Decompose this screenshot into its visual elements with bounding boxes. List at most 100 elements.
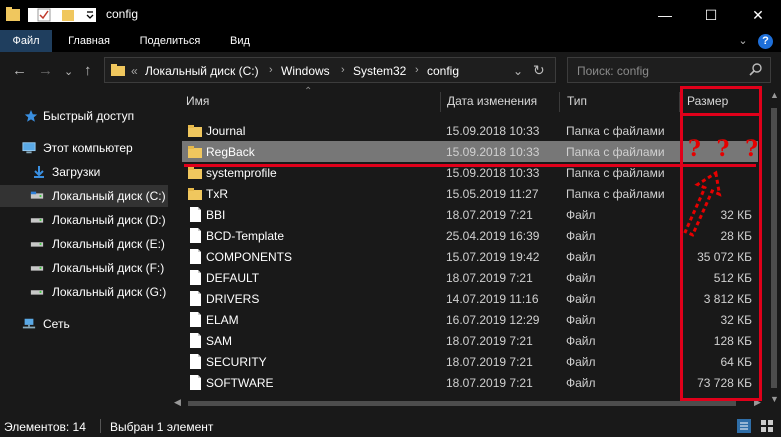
details-view-icon[interactable]: [737, 419, 751, 433]
recent-locations-chevron-icon[interactable]: ⌄: [64, 65, 73, 78]
forward-arrow-icon[interactable]: →: [38, 62, 53, 79]
window-title: config: [106, 7, 139, 21]
table-row[interactable]: DEFAULT 18.07.2019 7:21 Файл 512 КБ: [182, 267, 758, 288]
folder-icon: [188, 167, 202, 179]
table-row[interactable]: SAM 18.07.2019 7:21 Файл 128 КБ: [182, 330, 758, 351]
file-type: Папка с файлами: [566, 145, 665, 159]
file-name: BBI: [206, 208, 226, 222]
sidebar-item-drive-d[interactable]: Локальный диск (D:): [0, 209, 168, 231]
file-date: 15.05.2019 11:27: [446, 187, 539, 201]
item-count: Элементов: 14: [4, 420, 86, 434]
sidebar-item-downloads[interactable]: Загрузки: [0, 161, 168, 183]
table-row[interactable]: TxR 15.05.2019 11:27 Папка с файлами: [182, 183, 758, 204]
file-type: Папка с файлами: [566, 124, 665, 138]
tab-view[interactable]: Вид: [222, 30, 258, 52]
file-type: Файл: [566, 292, 596, 306]
scroll-thumb[interactable]: [771, 108, 777, 388]
file-list: ⌃ Имя Дата изменения Тип Размер Journal 1…: [172, 86, 768, 410]
close-button[interactable]: ✕: [735, 0, 781, 30]
scroll-up-icon[interactable]: ▲: [770, 90, 779, 100]
maximize-button[interactable]: ☐: [688, 0, 734, 30]
customize-toolbar-icon[interactable]: [84, 6, 96, 22]
folder-icon: [188, 125, 202, 137]
ribbon-expand-icon[interactable]: ⌄: [734, 30, 752, 52]
column-header-date[interactable]: Дата изменения: [447, 94, 537, 108]
scroll-left-icon[interactable]: ◀: [174, 397, 181, 408]
file-name: Journal: [206, 124, 246, 138]
table-row[interactable]: SOFTWARE 18.07.2019 7:21 Файл 73 728 КБ: [182, 372, 758, 393]
table-row[interactable]: BBI 18.07.2019 7:21 Файл 32 КБ: [182, 204, 758, 225]
file-name: DEFAULT: [206, 271, 260, 285]
download-icon: [34, 166, 44, 178]
address-bar[interactable]: « Локальный диск (C:) › Windows › System…: [104, 57, 556, 83]
file-name: SAM: [206, 334, 233, 348]
sidebar-item-drive-e[interactable]: Локальный диск (E:): [0, 233, 168, 255]
breadcrumb-drive-c[interactable]: Локальный диск (C:): [145, 64, 259, 78]
table-row[interactable]: COMPONENTS 15.07.2019 19:42 Файл 35 072 КБ: [182, 246, 758, 267]
column-header-name[interactable]: Имя: [186, 94, 209, 108]
tab-file[interactable]: Файл: [0, 30, 52, 52]
folder-icon: [188, 188, 202, 200]
file-name: systemprofile: [206, 166, 277, 180]
computer-icon: [22, 142, 36, 154]
table-row[interactable]: BCD-Template 25.04.2019 16:39 Файл 28 КБ: [182, 225, 758, 246]
file-date: 18.07.2019 7:21: [446, 208, 533, 222]
tab-home[interactable]: Главная: [60, 30, 118, 52]
column-header-type[interactable]: Тип: [567, 94, 587, 108]
scroll-thumb-horizontal[interactable]: [188, 401, 736, 406]
quick-access-toolbar[interactable]: [28, 6, 88, 22]
file-date: 15.09.2018 10:33: [446, 124, 540, 138]
table-row[interactable]: DRIVERS 14.07.2019 11:16 Файл 3 812 КБ: [182, 288, 758, 309]
sidebar-item-network[interactable]: Сеть: [0, 313, 168, 335]
sidebar-item-this-pc[interactable]: Этот компьютер: [0, 137, 168, 159]
search-box[interactable]: Поиск: config: [567, 57, 771, 83]
sidebar-item-drive-c[interactable]: Локальный диск (C:): [0, 185, 168, 207]
scroll-down-icon[interactable]: ▼: [770, 394, 779, 404]
sidebar-item-drive-f[interactable]: Локальный диск (F:): [0, 257, 168, 279]
horizontal-scrollbar[interactable]: ◀ ▶: [172, 396, 768, 410]
address-dropdown-icon[interactable]: ⌄: [513, 64, 523, 78]
folder-icon: [188, 146, 202, 158]
column-divider[interactable]: [440, 92, 441, 112]
sort-indicator-icon: ⌃: [304, 86, 313, 97]
table-row[interactable]: RegBack 15.09.2018 10:33 Папка с файлами: [182, 141, 758, 162]
breadcrumb-config[interactable]: config: [427, 64, 459, 78]
breadcrumb-separator-icon[interactable]: ›: [269, 64, 273, 76]
table-row[interactable]: SECURITY 18.07.2019 7:21 Файл 64 КБ: [182, 351, 758, 372]
search-input[interactable]: Поиск: config: [577, 64, 649, 78]
file-type: Файл: [566, 208, 596, 222]
sidebar-item-drive-g[interactable]: Локальный диск (G:): [0, 281, 168, 303]
back-arrow-icon[interactable]: ←: [12, 62, 27, 79]
file-icon: [190, 312, 201, 327]
breadcrumb-windows[interactable]: Windows: [281, 64, 330, 78]
annotation-underline: [184, 164, 756, 167]
file-date: 18.07.2019 7:21: [446, 376, 533, 390]
status-bar: Элементов: 14 Выбран 1 элемент: [0, 415, 781, 437]
breadcrumb-separator-icon[interactable]: ›: [415, 64, 419, 76]
up-arrow-icon[interactable]: ↑: [84, 62, 92, 79]
file-type: Папка с файлами: [566, 166, 665, 180]
breadcrumb-system32[interactable]: System32: [353, 64, 406, 78]
breadcrumb-overflow[interactable]: «: [131, 64, 138, 78]
file-icon: [190, 354, 201, 369]
tab-share[interactable]: Поделиться: [130, 30, 210, 52]
navigation-pane: Быстрый доступ Этот компьютер Загрузки Л…: [0, 92, 168, 410]
file-date: 15.09.2018 10:33: [446, 145, 540, 159]
search-icon[interactable]: [749, 62, 763, 76]
drive-icon: [30, 266, 44, 271]
breadcrumb-separator-icon[interactable]: ›: [341, 64, 345, 76]
file-icon: [190, 207, 201, 222]
large-icons-view-icon[interactable]: [760, 419, 774, 433]
vertical-scrollbar[interactable]: ▲ ▼: [767, 88, 781, 410]
column-divider[interactable]: [559, 92, 560, 112]
help-icon[interactable]: ?: [758, 34, 773, 49]
sidebar-item-quick-access[interactable]: Быстрый доступ: [0, 105, 168, 127]
file-date: 18.07.2019 7:21: [446, 334, 533, 348]
table-row[interactable]: Journal 15.09.2018 10:33 Папка с файлами: [182, 120, 758, 141]
drive-icon: [30, 290, 44, 295]
table-row[interactable]: ELAM 16.07.2019 12:29 Файл 32 КБ: [182, 309, 758, 330]
file-name: TxR: [206, 187, 228, 201]
ribbon-tabs: Файл Главная Поделиться Вид ⌄ ?: [0, 30, 781, 52]
refresh-icon[interactable]: ↻: [533, 62, 545, 79]
minimize-button[interactable]: —: [642, 0, 688, 30]
